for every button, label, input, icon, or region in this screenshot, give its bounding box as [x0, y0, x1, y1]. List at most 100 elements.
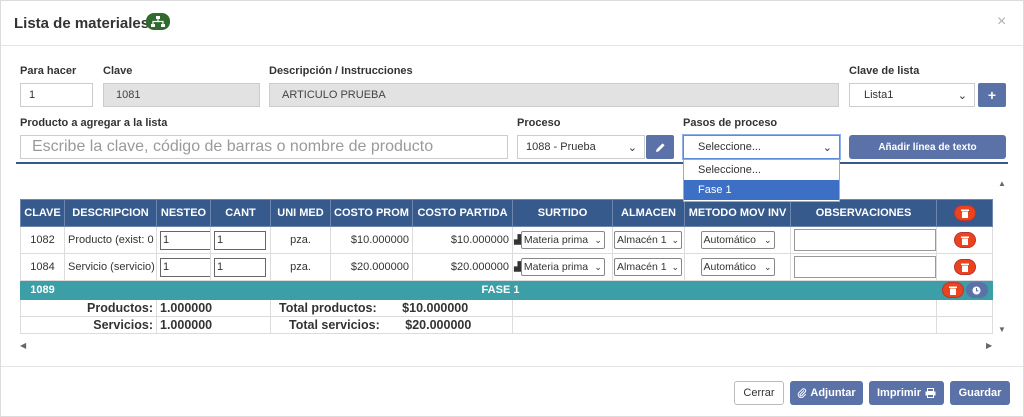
totals-spacer — [512, 316, 937, 334]
anadir-linea-button[interactable]: Añadir línea de texto — [849, 135, 1006, 159]
add-list-button[interactable]: + — [978, 83, 1006, 107]
scroll-up-icon[interactable]: ▲ — [998, 179, 1006, 188]
observaciones-input[interactable] — [794, 256, 936, 278]
total-productos-label: Total productos: — [279, 301, 377, 315]
para-hacer-input[interactable]: 1 — [20, 83, 93, 107]
metodo-select[interactable]: Automático ⌄ — [700, 258, 775, 276]
totals-spacer — [936, 316, 993, 334]
cell-clave: 1084 — [20, 253, 65, 281]
metodo-value: Automático — [703, 234, 757, 246]
total-servicios-cell: Total servicios: $20.000000 — [270, 316, 513, 334]
almacen-select[interactable]: Almacén 1 ⌄ — [614, 231, 682, 249]
clock-button[interactable] — [965, 282, 988, 298]
surtido-value: Materia prima — [523, 261, 589, 273]
para-hacer-label: Para hacer — [20, 65, 77, 77]
pasos-value: Seleccione... — [698, 141, 761, 153]
nesteo-input[interactable]: 1 — [160, 230, 210, 250]
cell-uni-med: pza. — [270, 226, 331, 254]
cell-nesteo: 1 — [156, 226, 211, 254]
descripcion-label: Descripción / Instrucciones — [269, 65, 413, 77]
col-descripcion: DESCRIPCION — [64, 199, 157, 227]
cell-descripcion: Servicio (servicio) — [64, 253, 157, 281]
chevron-down-icon: ⌄ — [763, 262, 772, 272]
fase-label: FASE 1 — [64, 280, 937, 300]
vertical-scrollbar[interactable]: ▲ ▼ — [997, 179, 1007, 339]
pasos-option[interactable]: Seleccione... — [684, 160, 839, 180]
delete-row-button[interactable] — [953, 259, 976, 275]
col-nesteo: NESTEO — [156, 199, 211, 227]
cant-input[interactable]: 1 — [214, 257, 266, 277]
producto-search-input[interactable]: Escribe la clave, código de barras o nom… — [20, 135, 508, 159]
sitemap-icon — [146, 13, 170, 30]
chevron-down-icon: ⌄ — [627, 142, 637, 154]
cell-actions — [936, 226, 993, 254]
col-uni-med: UNI MED — [270, 199, 331, 227]
clock-icon — [972, 286, 981, 294]
observaciones-input[interactable] — [794, 229, 936, 251]
materials-table: CLAVE DESCRIPCION NESTEO CANT UNI MED CO… — [20, 199, 993, 334]
nesteo-input[interactable]: 1 — [160, 257, 210, 277]
chevron-down-icon: ⌄ — [957, 90, 967, 102]
clave-label: Clave — [103, 65, 133, 77]
cell-uni-med: pza. — [270, 253, 331, 281]
cell-observaciones — [790, 226, 937, 254]
col-cant: CANT — [210, 199, 271, 227]
proceso-value: 1088 - Prueba — [526, 141, 596, 153]
cant-input[interactable]: 1 — [214, 230, 266, 250]
adjuntar-label: Adjuntar — [810, 387, 856, 399]
dialog-title: Lista de materiales — [14, 15, 150, 32]
col-surtido: SURTIDO — [512, 199, 613, 227]
cell-costo-prom: $10.000000 — [330, 226, 413, 254]
cell-cant: 1 — [210, 253, 271, 281]
paperclip-icon — [798, 388, 807, 398]
cerrar-button[interactable]: Cerrar — [734, 381, 784, 405]
col-observaciones: OBSERVACIONES — [790, 199, 937, 227]
cell-descripcion: Producto (exist: 0 ) — [64, 226, 157, 254]
totals-row-productos: Productos: 1.000000 Total productos: $10… — [20, 299, 993, 317]
proceso-label: Proceso — [517, 117, 561, 129]
factory-icon: ▟ — [514, 234, 521, 245]
total-productos-cell: Total productos: $10.000000 — [270, 299, 513, 317]
total-productos-value: $10.000000 — [402, 301, 469, 315]
close-icon[interactable]: × — [997, 13, 1006, 31]
surtido-value: Materia prima — [523, 234, 589, 246]
section-divider — [16, 162, 1008, 164]
cell-clave: 1082 — [20, 226, 65, 254]
clave-input: 1081 — [103, 83, 260, 107]
scroll-down-icon[interactable]: ▼ — [998, 325, 1006, 334]
productos-value: 1.000000 — [156, 299, 271, 317]
servicios-value: 1.000000 — [156, 316, 271, 334]
chevron-down-icon: ⌄ — [763, 235, 772, 245]
almacen-value: Almacén 1 — [617, 234, 667, 246]
edit-proceso-button[interactable] — [646, 135, 674, 159]
table-row: 1082 Producto (exist: 0 ) 1 1 pza. $10.0… — [20, 226, 993, 254]
fase-clave: 1089 — [20, 280, 65, 300]
total-servicios-value: $20.000000 — [405, 318, 472, 332]
scroll-left-icon[interactable]: ◀ — [20, 341, 26, 350]
dialog-header: Lista de materiales × — [1, 1, 1023, 46]
delete-all-button[interactable] — [953, 205, 976, 221]
cell-nesteo: 1 — [156, 253, 211, 281]
surtido-select[interactable]: Materia prima ⌄ — [520, 231, 605, 249]
guardar-button[interactable]: Guardar — [950, 381, 1010, 405]
cell-costo-partida: $20.000000 — [412, 253, 513, 281]
almacen-select[interactable]: Almacén 1 ⌄ — [614, 258, 682, 276]
proceso-select[interactable]: 1088 - Prueba ⌄ — [517, 135, 645, 159]
cell-surtido: ▟ Materia prima ⌄ — [512, 226, 613, 254]
productos-label: Productos: — [20, 299, 157, 317]
pasos-select[interactable]: Seleccione... ⌄ — [683, 135, 840, 159]
scroll-right-icon[interactable]: ▶ — [986, 341, 992, 350]
adjuntar-button[interactable]: Adjuntar — [790, 381, 863, 405]
metodo-select[interactable]: Automático ⌄ — [700, 231, 775, 249]
cell-actions — [936, 253, 993, 281]
table-row: 1084 Servicio (servicio) 1 1 pza. $20.00… — [20, 253, 993, 281]
clave-lista-select[interactable]: Lista1 ⌄ — [849, 83, 975, 107]
imprimir-button[interactable]: Imprimir — [869, 381, 944, 405]
delete-row-button[interactable] — [953, 232, 976, 248]
delete-fase-button[interactable] — [941, 282, 964, 298]
col-costo-partida: COSTO PARTIDA — [412, 199, 513, 227]
chevron-down-icon: ⌄ — [671, 262, 679, 272]
pasos-option[interactable]: Fase 1 — [684, 180, 839, 200]
footer-divider — [1, 366, 1023, 367]
surtido-select[interactable]: Materia prima ⌄ — [520, 258, 605, 276]
